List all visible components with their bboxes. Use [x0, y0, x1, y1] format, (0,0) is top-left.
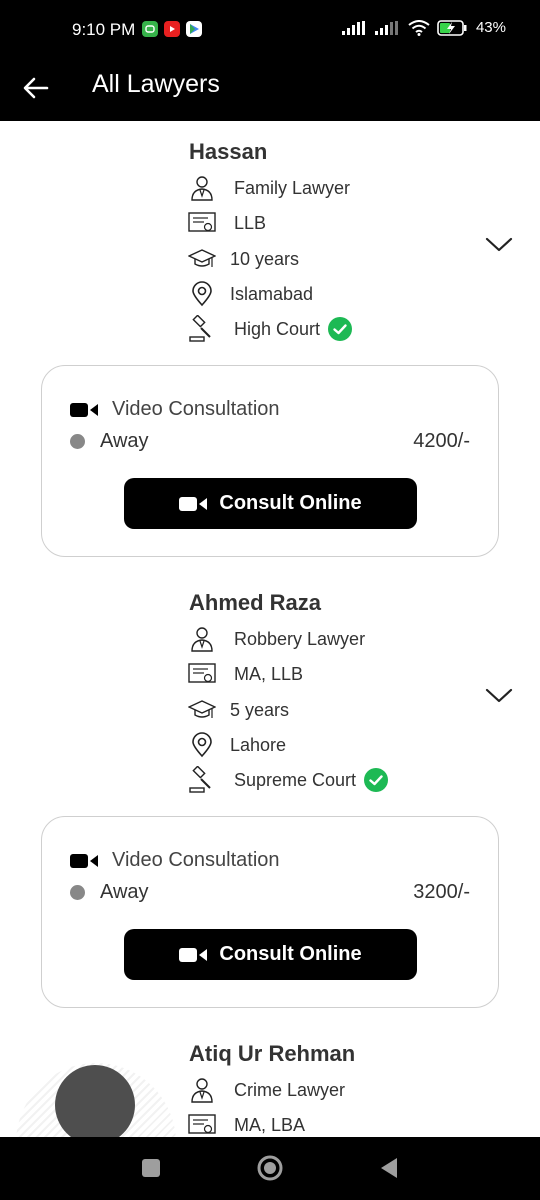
messaging-icon	[142, 21, 158, 37]
video-camera-icon	[70, 402, 98, 417]
lawyer-name: Ahmed Raza	[189, 590, 322, 615]
lawyer-experience: 5 years	[230, 699, 290, 720]
arrow-left-icon	[23, 77, 49, 99]
degree-row: LLB	[188, 208, 266, 238]
consult-online-button[interactable]: Consult Online	[124, 929, 417, 980]
status-bar: 9:10 PM 43%	[0, 0, 540, 62]
consult-online-button[interactable]: Consult Online	[124, 478, 417, 529]
notification-icons	[142, 21, 202, 37]
gavel-icon	[188, 315, 216, 343]
availability-status: Away	[100, 881, 149, 903]
video-camera-icon	[179, 947, 208, 962]
page-title: All Lawyers	[92, 70, 220, 98]
lawyer-person-icon	[188, 625, 216, 653]
court-row: High Court	[188, 314, 353, 344]
degree-row: MA, LLB	[188, 659, 303, 689]
consultation-card: Video Consultation Away 4200/- Consult O…	[41, 365, 499, 557]
status-dot	[70, 434, 85, 449]
wifi-icon	[408, 19, 430, 36]
lawyer-person-icon	[188, 1076, 216, 1104]
video-camera-icon	[179, 496, 208, 511]
experience-row: 5 years	[188, 695, 289, 725]
video-consultation-row: Video Consultation	[70, 398, 280, 421]
avatar-loading	[16, 1063, 176, 1137]
battery-percentage: 43%	[475, 19, 506, 36]
play-store-icon	[186, 21, 202, 37]
consultation-fee: 4200/-	[413, 430, 470, 452]
chevron-down-icon[interactable]	[484, 684, 514, 706]
lawyer-specialty: Crime Lawyer	[234, 1079, 346, 1100]
home-button[interactable]	[255, 1153, 285, 1183]
lawyer-city: Islamabad	[230, 283, 314, 304]
lawyer-experience: 10 years	[230, 248, 300, 269]
avatar[interactable]	[55, 1065, 135, 1137]
lawyer-city: Lahore	[230, 734, 287, 755]
lawyer-name: Atiq Ur Rehman	[189, 1041, 356, 1066]
lawyer-degree: MA, LLB	[234, 663, 304, 684]
consultation-card: Video Consultation Away 3200/- Consult O…	[41, 816, 499, 1008]
lawyer-specialty: Family Lawyer	[234, 177, 351, 198]
lawyer-specialty: Robbery Lawyer	[234, 628, 366, 649]
video-camera-icon	[70, 853, 98, 868]
availability-row: Away	[70, 881, 149, 904]
city-row: Lahore	[188, 730, 286, 760]
verified-check-icon	[364, 768, 389, 792]
availability-row: Away	[70, 430, 149, 453]
signal-icon	[341, 20, 365, 35]
system-icons: 43%	[341, 19, 506, 36]
location-pin-icon	[188, 280, 216, 308]
back-triangle-icon	[381, 1158, 397, 1178]
lawyer-list[interactable]: Hassan Family Lawyer LLB 10 years Islama…	[0, 121, 540, 1137]
availability-status: Away	[100, 430, 149, 452]
specialty-row: Robbery Lawyer	[188, 624, 365, 654]
consult-online-label: Consult Online	[219, 492, 362, 514]
lawyer-court: High Court	[234, 318, 321, 339]
status-dot	[70, 885, 85, 900]
back-button[interactable]	[16, 68, 56, 108]
certificate-icon	[188, 209, 216, 237]
system-nav-bar	[0, 1137, 540, 1200]
degree-row: MA, LBA	[188, 1110, 305, 1137]
video-consultation-row: Video Consultation	[70, 849, 280, 872]
certificate-icon	[188, 1111, 216, 1137]
lawyer-court: Supreme Court	[234, 769, 357, 790]
consult-online-label: Consult Online	[219, 943, 362, 965]
signal-icon-2	[374, 20, 398, 35]
graduation-cap-icon	[188, 245, 216, 273]
status-time: 9:10 PM	[72, 20, 136, 39]
recents-button[interactable]	[136, 1153, 166, 1183]
youtube-icon	[164, 21, 180, 37]
consultation-type: Video Consultation	[112, 398, 280, 420]
court-row: Supreme Court	[188, 765, 389, 795]
gavel-icon	[188, 766, 216, 794]
recents-square-icon	[142, 1159, 160, 1177]
battery-icon	[437, 19, 467, 36]
experience-row: 10 years	[188, 244, 299, 274]
lawyer-degree: LLB	[234, 212, 267, 233]
certificate-icon	[188, 660, 216, 688]
lawyer-person-icon	[188, 174, 216, 202]
verified-check-icon	[328, 317, 353, 341]
chevron-down-icon[interactable]	[484, 233, 514, 255]
consultation-fee: 3200/-	[413, 881, 470, 903]
graduation-cap-icon	[188, 696, 216, 724]
app-bar: All Lawyers	[0, 62, 540, 121]
consultation-type: Video Consultation	[112, 849, 280, 871]
system-back-button[interactable]	[374, 1153, 404, 1183]
home-circle-icon	[257, 1155, 283, 1181]
city-row: Islamabad	[188, 279, 313, 309]
location-pin-icon	[188, 731, 216, 759]
specialty-row: Family Lawyer	[188, 173, 350, 203]
lawyer-degree: MA, LBA	[234, 1114, 306, 1135]
specialty-row: Crime Lawyer	[188, 1075, 345, 1105]
lawyer-name: Hassan	[189, 139, 268, 164]
